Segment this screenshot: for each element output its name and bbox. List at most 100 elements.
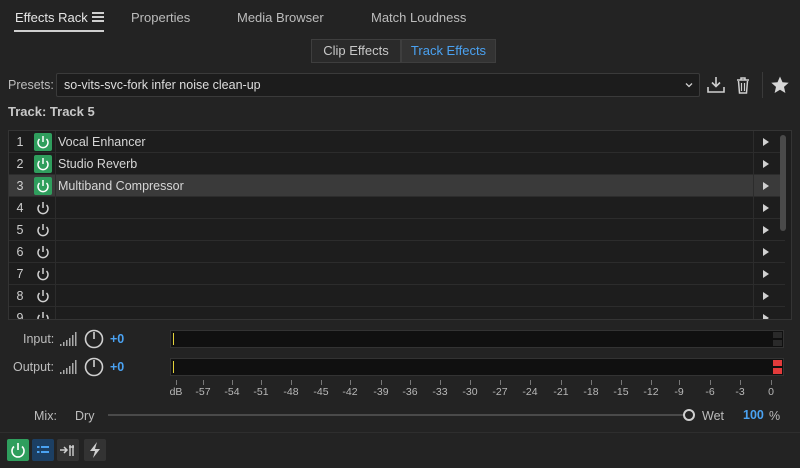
power-icon[interactable] — [34, 177, 52, 195]
slot-number: 3 — [16, 179, 24, 193]
triangle-right-icon — [763, 314, 769, 319]
slot-menu-button[interactable] — [753, 241, 775, 263]
scale-tick — [203, 380, 204, 385]
power-icon[interactable] — [34, 133, 52, 151]
scale-label: -18 — [583, 386, 599, 398]
scale-label: dB — [169, 386, 183, 398]
list-icon — [37, 446, 49, 453]
lightning-bolt-icon — [90, 442, 100, 458]
output-gain-value[interactable]: +0 — [110, 360, 124, 374]
rack-slot-7[interactable]: 7 — [9, 263, 785, 285]
mix-slider-thumb[interactable] — [683, 409, 695, 421]
rack-slot-4[interactable]: 4 — [9, 197, 785, 219]
scale-label: -9 — [674, 386, 684, 398]
triangle-right-icon — [763, 160, 769, 168]
hamburger-menu-icon[interactable] — [92, 12, 104, 22]
rack-slot-6[interactable]: 6 — [9, 241, 785, 263]
divider — [0, 432, 800, 433]
scale-tick — [261, 380, 262, 385]
scale-tick — [321, 380, 322, 385]
route-arrow-icon — [60, 445, 74, 456]
apply-button[interactable] — [84, 439, 106, 461]
scale-label: -15 — [613, 386, 629, 398]
scale-tick — [381, 380, 382, 385]
output-level-meter — [170, 358, 784, 376]
signal-bars-icon — [60, 332, 77, 346]
power-icon[interactable] — [34, 199, 52, 217]
routing-button[interactable] — [57, 439, 79, 461]
input-level-meter — [170, 330, 784, 348]
slot-menu-button[interactable] — [753, 175, 775, 197]
show-list-button[interactable] — [32, 439, 54, 461]
input-label: Input: — [23, 332, 55, 346]
wet-label: Wet — [702, 409, 724, 423]
tab-properties[interactable]: Properties — [131, 10, 190, 25]
clip-indicator[interactable] — [773, 332, 782, 338]
rack-slot-8[interactable]: 8 — [9, 285, 785, 307]
divider — [55, 197, 56, 219]
slot-menu-button[interactable] — [753, 153, 775, 175]
slot-menu-button[interactable] — [753, 131, 775, 153]
scale-label: -30 — [462, 386, 478, 398]
triangle-right-icon — [763, 292, 769, 300]
slot-menu-button[interactable] — [753, 197, 775, 219]
input-gain-value[interactable]: +0 — [110, 332, 124, 346]
rack-slot-1[interactable]: 1 Vocal Enhancer — [9, 131, 785, 153]
mix-value[interactable]: 100 — [743, 408, 764, 422]
trash-icon[interactable] — [732, 74, 754, 96]
power-icon[interactable] — [34, 221, 52, 239]
effect-name: Multiband Compressor — [58, 179, 184, 193]
slot-menu-button[interactable] — [753, 219, 775, 241]
power-icon[interactable] — [34, 155, 52, 173]
triangle-right-icon — [763, 182, 769, 190]
scale-tick — [561, 380, 562, 385]
tab-match-loudness[interactable]: Match Loudness — [371, 10, 466, 25]
slot-number: 4 — [16, 201, 24, 215]
scale-label: -48 — [283, 386, 299, 398]
presets-dropdown[interactable]: so-vits-svc-fork infer noise clean-up — [56, 73, 700, 97]
rack-scrollbar[interactable] — [779, 133, 787, 317]
scrollbar-thumb[interactable] — [780, 135, 786, 231]
clip-indicator[interactable] — [773, 340, 782, 346]
effect-name: Vocal Enhancer — [58, 135, 146, 149]
track-effects-toggle[interactable]: Track Effects — [401, 39, 496, 63]
rack-slot-5[interactable]: 5 — [9, 219, 785, 241]
tab-effects-rack[interactable]: Effects Rack — [15, 10, 88, 25]
output-gain-knob[interactable] — [84, 357, 104, 377]
rack-power-button[interactable] — [7, 439, 29, 461]
rack-slot-9[interactable]: 9 — [9, 307, 785, 320]
mix-label: Mix: — [34, 409, 57, 423]
divider — [762, 72, 763, 98]
clip-indicator[interactable] — [773, 368, 782, 374]
dry-label: Dry — [75, 409, 95, 423]
scale-tick — [350, 380, 351, 385]
slot-menu-button[interactable] — [753, 285, 775, 307]
slot-menu-button[interactable] — [753, 263, 775, 285]
power-icon[interactable] — [34, 309, 52, 319]
scale-tick — [530, 380, 531, 385]
power-icon[interactable] — [34, 265, 52, 283]
slot-number: 9 — [16, 311, 24, 320]
scale-label: -42 — [342, 386, 358, 398]
download-tray-icon[interactable] — [705, 74, 727, 96]
input-gain-knob[interactable] — [84, 329, 104, 349]
clip-indicator[interactable] — [773, 360, 782, 366]
scale-label: -36 — [402, 386, 418, 398]
scale-tick — [740, 380, 741, 385]
peak-indicator — [173, 361, 174, 373]
slot-menu-button[interactable] — [753, 307, 775, 319]
effects-rack-list: 1 Vocal Enhancer 2 Studio Reverb 3 Multi… — [8, 130, 792, 320]
peak-indicator — [173, 333, 174, 345]
power-icon[interactable] — [34, 243, 52, 261]
star-icon[interactable] — [769, 74, 791, 96]
mix-slider-track[interactable] — [108, 414, 688, 416]
divider — [55, 175, 56, 197]
active-tab-indicator — [14, 30, 104, 32]
clip-effects-toggle[interactable]: Clip Effects — [311, 39, 401, 63]
scale-tick — [440, 380, 441, 385]
power-icon[interactable] — [34, 287, 52, 305]
rack-slot-2[interactable]: 2 Studio Reverb — [9, 153, 785, 175]
rack-slot-3[interactable]: 3 Multiband Compressor — [9, 175, 785, 197]
triangle-right-icon — [763, 248, 769, 256]
tab-media-browser[interactable]: Media Browser — [237, 10, 324, 25]
